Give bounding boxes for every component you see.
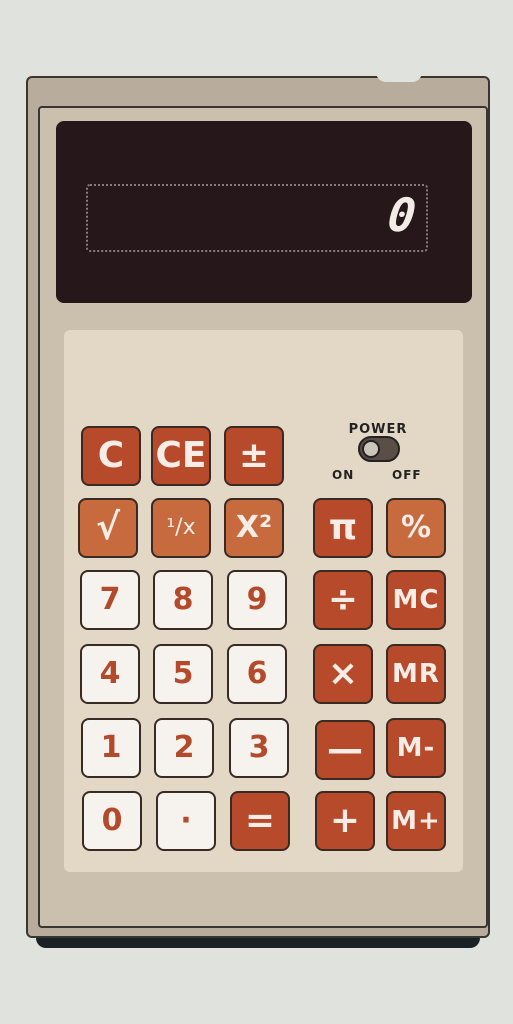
digit-8-button[interactable]: 8 [153,570,213,630]
multiply-button[interactable]: × [313,644,373,704]
memory-recall-button[interactable]: MR [386,644,446,704]
key-label: % [400,510,432,545]
key-label: 3 [248,730,270,765]
minus-button[interactable]: — [315,720,375,780]
pi-button[interactable]: π [313,498,373,558]
digit-3-button[interactable]: 3 [229,718,289,778]
power-label: POWER [348,422,408,437]
power-off-label: OFF [392,468,422,482]
key-label: π [328,507,358,548]
casing-notch [376,70,422,82]
key-label: 1 [100,730,122,765]
power-switch[interactable] [358,436,400,462]
key-label: M+ [391,806,441,836]
digit-7-button[interactable]: 7 [80,570,140,630]
key-label: M- [396,733,436,763]
display-window: 0 [86,184,428,252]
key-label: — [327,729,363,770]
key-label: MC [392,585,440,615]
display-value: 0 [385,188,419,242]
digit-5-button[interactable]: 5 [153,644,213,704]
key-label: 9 [246,582,268,617]
digit-9-button[interactable]: 9 [227,570,287,630]
memory-minus-button[interactable]: M- [386,718,446,778]
key-label: ÷ [327,579,359,620]
key-label: ± [238,435,270,476]
digit-0-button[interactable]: 0 [82,791,142,851]
memory-plus-button[interactable]: M+ [386,791,446,851]
key-label: 5 [172,656,194,691]
key-label: × [327,653,359,694]
key-label: 4 [99,656,121,691]
decimal-point-button[interactable]: · [156,791,216,851]
key-label: 8 [172,582,194,617]
key-label: X² [235,510,273,545]
key-label: CE [155,435,207,476]
divide-button[interactable]: ÷ [313,570,373,630]
percent-button[interactable]: % [386,498,446,558]
digit-4-button[interactable]: 4 [80,644,140,704]
square-root-button[interactable]: √ [78,498,138,558]
key-label: 2 [173,730,195,765]
square-button[interactable]: X² [224,498,284,558]
key-label: = [244,800,276,841]
key-label: MR [392,659,440,689]
digit-6-button[interactable]: 6 [227,644,287,704]
clear-button[interactable]: C [81,426,141,486]
digit-1-button[interactable]: 1 [81,718,141,778]
clear-entry-button[interactable]: CE [151,426,211,486]
key-label: 6 [246,656,268,691]
key-label: + [329,800,361,841]
key-label: 0 [101,803,123,838]
reciprocal-button[interactable]: ¹/x [151,498,211,558]
power-switch-knob [362,440,380,458]
key-label: C [97,435,125,476]
power-on-label: ON [332,468,355,482]
equals-button[interactable]: = [230,791,290,851]
key-label: · [180,803,192,838]
key-label: √ [95,507,120,548]
plus-minus-button[interactable]: ± [224,426,284,486]
key-label: ¹/x [166,515,196,540]
plus-button[interactable]: + [315,791,375,851]
digit-2-button[interactable]: 2 [154,718,214,778]
memory-clear-button[interactable]: MC [386,570,446,630]
key-label: 7 [99,582,121,617]
